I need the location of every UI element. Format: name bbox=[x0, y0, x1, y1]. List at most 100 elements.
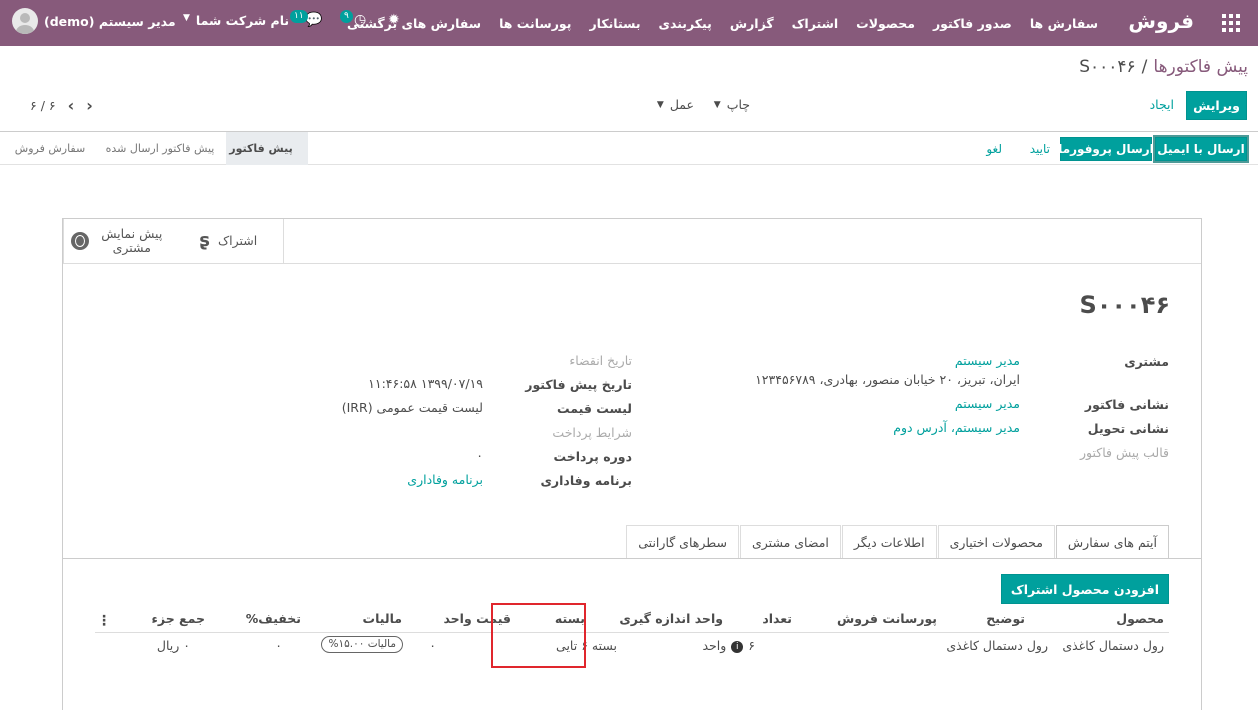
payment-period-field[interactable]: ۰ bbox=[476, 448, 483, 463]
pager-value[interactable]: ۶ / ۶ bbox=[30, 98, 56, 113]
caret-down-icon: ▼ bbox=[713, 99, 721, 110]
row-unit-price[interactable]: ۰ bbox=[429, 638, 436, 653]
confirm-button[interactable]: تایید bbox=[1022, 137, 1058, 161]
notebook-tabs: آیتم های سفارش محصولات اختیاری اطلاعات د… bbox=[625, 525, 1169, 559]
send-by-email-button[interactable]: ارسال با ایمیل bbox=[1153, 135, 1249, 163]
customer-label: مشتری bbox=[1124, 354, 1169, 369]
row-quantity-value: ۶ bbox=[748, 638, 755, 653]
optional-columns-icon[interactable]: ⋮ bbox=[97, 613, 111, 629]
avatar bbox=[12, 8, 38, 34]
action-dropdown[interactable]: عمل ▼ bbox=[657, 97, 694, 112]
column-quantity[interactable]: تعداد bbox=[762, 611, 792, 626]
tab-customer-signature[interactable]: امضای مشتری bbox=[740, 525, 841, 559]
row-description[interactable]: رول دستمال کاغذی bbox=[946, 638, 1048, 653]
row-uom: واحد bbox=[702, 638, 727, 653]
column-taxes[interactable]: مالیات bbox=[363, 611, 402, 626]
delivery-address-label: نشانی تحویل bbox=[1087, 421, 1169, 436]
stage-quotation-sent[interactable]: پیش فاکتور ارسال شده bbox=[100, 132, 220, 165]
create-button[interactable]: ایجاد bbox=[1150, 97, 1174, 112]
menu-item-returns[interactable]: سفارش های برگشتی bbox=[347, 16, 481, 31]
menu-item-orders[interactable]: سفارش ها bbox=[1030, 16, 1098, 31]
company-switcher[interactable]: نام شرکت شما ▼ bbox=[183, 13, 289, 28]
user-name: مدیر سیستم (demo) bbox=[44, 13, 176, 29]
stage-quotation[interactable]: پیش فاکتور bbox=[226, 132, 308, 165]
row-quantity[interactable]: ۶i واحد bbox=[702, 638, 755, 653]
expiration-label: تاریخ انقضاء bbox=[569, 353, 632, 368]
row-product[interactable]: رول دستمال کاغذی bbox=[1062, 638, 1164, 653]
pager-prev-icon[interactable]: ‹ bbox=[86, 96, 93, 115]
customer-preview-stat-button[interactable]: پیش نمایش مشتری bbox=[63, 219, 174, 263]
pager-next-icon[interactable]: › bbox=[68, 96, 75, 115]
menu-item-configuration[interactable]: پیکربندی bbox=[659, 16, 712, 31]
column-discount[interactable]: تخفیف% bbox=[246, 611, 301, 626]
menu-item-credit[interactable]: بستانکار bbox=[589, 16, 640, 31]
stage-sales-order[interactable]: سفارش فروش bbox=[10, 132, 90, 165]
quotation-template-label: قالب پیش فاکتور bbox=[1079, 445, 1169, 460]
row-package[interactable]: بسته ۶ تایی bbox=[556, 638, 617, 653]
action-label: عمل bbox=[669, 97, 694, 112]
caret-down-icon: ▼ bbox=[656, 99, 664, 110]
main-menu: سفارش ها صدور فاکتور محصولات اشتراک گزار… bbox=[347, 0, 1098, 46]
top-navbar: فروش سفارش ها صدور فاکتور محصولات اشتراک… bbox=[0, 0, 1258, 46]
order-lines-header: محصول توضیح پورسانت فروش تعداد واحد اندا… bbox=[95, 607, 1169, 633]
app-brand[interactable]: فروش bbox=[1128, 9, 1194, 33]
customer-field[interactable]: مدیر سیستم bbox=[955, 353, 1020, 368]
send-proforma-button[interactable]: ارسال پروفورما bbox=[1058, 137, 1154, 161]
tabs-divider bbox=[63, 558, 1201, 559]
column-commission[interactable]: پورسانت فروش bbox=[837, 611, 937, 626]
status-bar: ارسال با ایمیل ارسال پروفورما تایید لغو … bbox=[0, 131, 1258, 165]
debug-bug-icon[interactable]: ✹ bbox=[388, 12, 400, 28]
column-package[interactable]: بسته bbox=[555, 611, 585, 626]
company-name: نام شرکت شما bbox=[195, 13, 290, 28]
menu-item-reporting[interactable]: گزارش bbox=[730, 16, 774, 31]
apps-grid-icon[interactable] bbox=[1222, 14, 1240, 32]
invoice-address-label: نشانی فاکتور bbox=[1084, 397, 1169, 412]
delivery-address-field[interactable]: مدیر سیستم، آدرس دوم bbox=[893, 420, 1020, 435]
user-menu[interactable]: مدیر سیستم (demo) bbox=[12, 8, 176, 34]
form-sheet: اشتراک ʂ پیش نمایش مشتری S۰۰۰۴۶ مشتری مد… bbox=[62, 218, 1202, 710]
loyalty-program-field[interactable]: برنامه وفاداری bbox=[407, 472, 483, 487]
breadcrumb-current: S۰۰۰۴۶ bbox=[1079, 57, 1136, 77]
column-subtotal[interactable]: جمع جزء bbox=[152, 611, 205, 626]
cancel-button[interactable]: لغو bbox=[978, 137, 1010, 161]
activity-clock-icon[interactable]: ◷ bbox=[354, 12, 366, 28]
row-tax-badge[interactable]: مالیات ۱۵.۰۰% bbox=[321, 636, 403, 653]
column-uom[interactable]: واحد اندازه گیری bbox=[619, 611, 723, 626]
payment-terms-label: شرایط پرداخت bbox=[552, 425, 632, 440]
print-dropdown[interactable]: چاپ ▼ bbox=[714, 97, 750, 112]
customer-address: ایران، تبریز، ۲۰ خیابان منصور، بهادری، ۱… bbox=[755, 372, 1020, 387]
caret-down-icon: ▼ bbox=[183, 13, 190, 23]
tab-warranty-lines[interactable]: سطرهای گارانتی bbox=[626, 525, 739, 559]
activity-count-badge: ۹ bbox=[340, 10, 353, 23]
edit-button[interactable]: ویرایش bbox=[1186, 91, 1247, 120]
loyalty-program-label: برنامه وفاداری bbox=[540, 473, 632, 488]
tab-order-lines[interactable]: آیتم های سفارش bbox=[1055, 525, 1169, 559]
quotation-date-field[interactable]: ۱۳۹۹/۰۷/۱۹ ۱۱:۴۶:۵۸ bbox=[368, 376, 483, 391]
pager: ‹ › ۶ / ۶ bbox=[10, 96, 93, 115]
breadcrumb-separator: / bbox=[1141, 57, 1148, 77]
row-discount[interactable]: ۰ bbox=[275, 638, 282, 653]
column-description[interactable]: توضیح bbox=[986, 611, 1025, 626]
menu-item-commissions[interactable]: پورسانت ها bbox=[499, 16, 571, 31]
column-product[interactable]: محصول bbox=[1116, 611, 1164, 626]
subscription-stat-button[interactable]: اشتراک ʂ bbox=[174, 219, 284, 263]
invoice-address-field[interactable]: مدیر سیستم bbox=[955, 396, 1020, 411]
menu-item-products[interactable]: محصولات bbox=[856, 16, 915, 31]
menu-item-subscription[interactable]: اشتراک bbox=[792, 16, 839, 31]
messages-count-badge: ۱۱ bbox=[290, 10, 308, 23]
pricelist-field[interactable]: لیست قیمت عمومی (IRR) bbox=[342, 400, 483, 415]
tab-other-info[interactable]: اطلاعات دیگر bbox=[841, 525, 937, 559]
info-icon[interactable]: i bbox=[731, 640, 744, 653]
print-label: چاپ bbox=[726, 97, 750, 112]
add-subscription-product-button[interactable]: افزودن محصول اشتراک bbox=[1000, 574, 1169, 604]
pricelist-label: لیست قیمت bbox=[557, 401, 632, 416]
payment-period-label: دوره پرداخت bbox=[553, 449, 632, 464]
divider bbox=[63, 263, 1201, 264]
tab-optional-products[interactable]: محصولات اختیاری bbox=[937, 525, 1055, 559]
quotation-date-label: تاریخ پیش فاکتور bbox=[525, 377, 632, 392]
breadcrumb-quotations[interactable]: پیش فاکتورها bbox=[1153, 57, 1248, 77]
button-box: اشتراک ʂ پیش نمایش مشتری bbox=[63, 219, 284, 264]
menu-item-invoicing[interactable]: صدور فاکتور bbox=[933, 16, 1012, 31]
customer-preview-label: پیش نمایش مشتری bbox=[101, 226, 163, 255]
column-unit-price[interactable]: قیمت واحد bbox=[443, 611, 511, 626]
